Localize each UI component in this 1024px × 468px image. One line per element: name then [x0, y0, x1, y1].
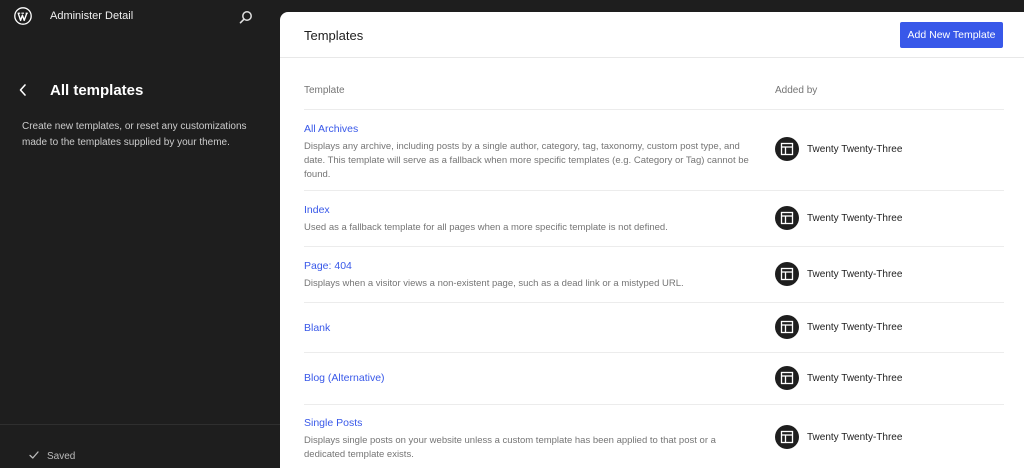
add-new-template-button[interactable]: Add New Template	[900, 22, 1003, 48]
author-cell: Twenty Twenty-Three	[775, 137, 902, 161]
template-description: Displays any archive, including posts by…	[304, 141, 749, 180]
table-row: Index Used as a fallback template for al…	[304, 191, 1004, 247]
saved-status: Saved	[47, 451, 76, 462]
template-link-single-posts[interactable]: Single Posts	[304, 417, 362, 429]
panel-header: Templates Add New Template	[280, 12, 1024, 58]
author-name: Twenty Twenty-Three	[807, 143, 903, 155]
wordpress-logo-icon[interactable]	[14, 7, 32, 25]
author-cell: Twenty Twenty-Three	[775, 262, 902, 286]
layout-icon	[775, 425, 799, 449]
check-icon	[28, 449, 40, 461]
sidebar-footer: Saved	[0, 424, 280, 468]
column-header-added-by: Added by	[775, 85, 818, 96]
table-row: Page: 404 Displays when a visitor views …	[304, 247, 1004, 303]
sidebar-description: Create new templates, or reset any custo…	[22, 121, 247, 148]
author-name: Twenty Twenty-Three	[807, 212, 903, 224]
template-link-index[interactable]: Index	[304, 204, 330, 216]
template-description: Displays when a visitor views a non-exis…	[304, 278, 684, 289]
sidebar: Administer Detail All templates Create n…	[0, 0, 280, 468]
template-description: Used as a fallback template for all page…	[304, 222, 668, 233]
template-link-blank[interactable]: Blank	[304, 322, 330, 334]
author-cell: Twenty Twenty-Three	[775, 206, 902, 230]
template-link-all-archives[interactable]: All Archives	[304, 123, 358, 135]
layout-icon	[775, 315, 799, 339]
sidebar-heading: All templates	[50, 82, 144, 99]
layout-icon	[775, 206, 799, 230]
author-name: Twenty Twenty-Three	[807, 431, 903, 443]
layout-icon	[775, 366, 799, 390]
layout-icon	[775, 262, 799, 286]
templates-panel: Templates Add New Template Template Adde…	[280, 12, 1024, 468]
search-icon[interactable]	[238, 9, 254, 25]
template-link-page-404[interactable]: Page: 404	[304, 260, 352, 272]
author-cell: Twenty Twenty-Three	[775, 366, 902, 390]
author-cell: Twenty Twenty-Three	[775, 425, 902, 449]
page-title: Templates	[304, 28, 364, 43]
chevron-left-icon[interactable]	[16, 82, 30, 98]
layout-icon	[775, 137, 799, 161]
author-name: Twenty Twenty-Three	[807, 321, 903, 333]
table-row: Single Posts Displays single posts on yo…	[304, 405, 1004, 468]
template-description: Displays single posts on your website un…	[304, 435, 716, 460]
sidebar-topbar: Administer Detail	[0, 0, 280, 34]
author-name: Twenty Twenty-Three	[807, 268, 903, 280]
site-title[interactable]: Administer Detail	[50, 10, 133, 22]
table-row: Blank Twenty Twenty-Three	[304, 303, 1004, 353]
template-link-blog-alternative[interactable]: Blog (Alternative)	[304, 372, 385, 384]
author-name: Twenty Twenty-Three	[807, 372, 903, 384]
column-header-template: Template	[304, 85, 345, 96]
table-row: Blog (Alternative) Twenty Twenty-Three	[304, 353, 1004, 405]
author-cell: Twenty Twenty-Three	[775, 315, 902, 339]
table-row: All Archives Displays any archive, inclu…	[304, 110, 1004, 191]
